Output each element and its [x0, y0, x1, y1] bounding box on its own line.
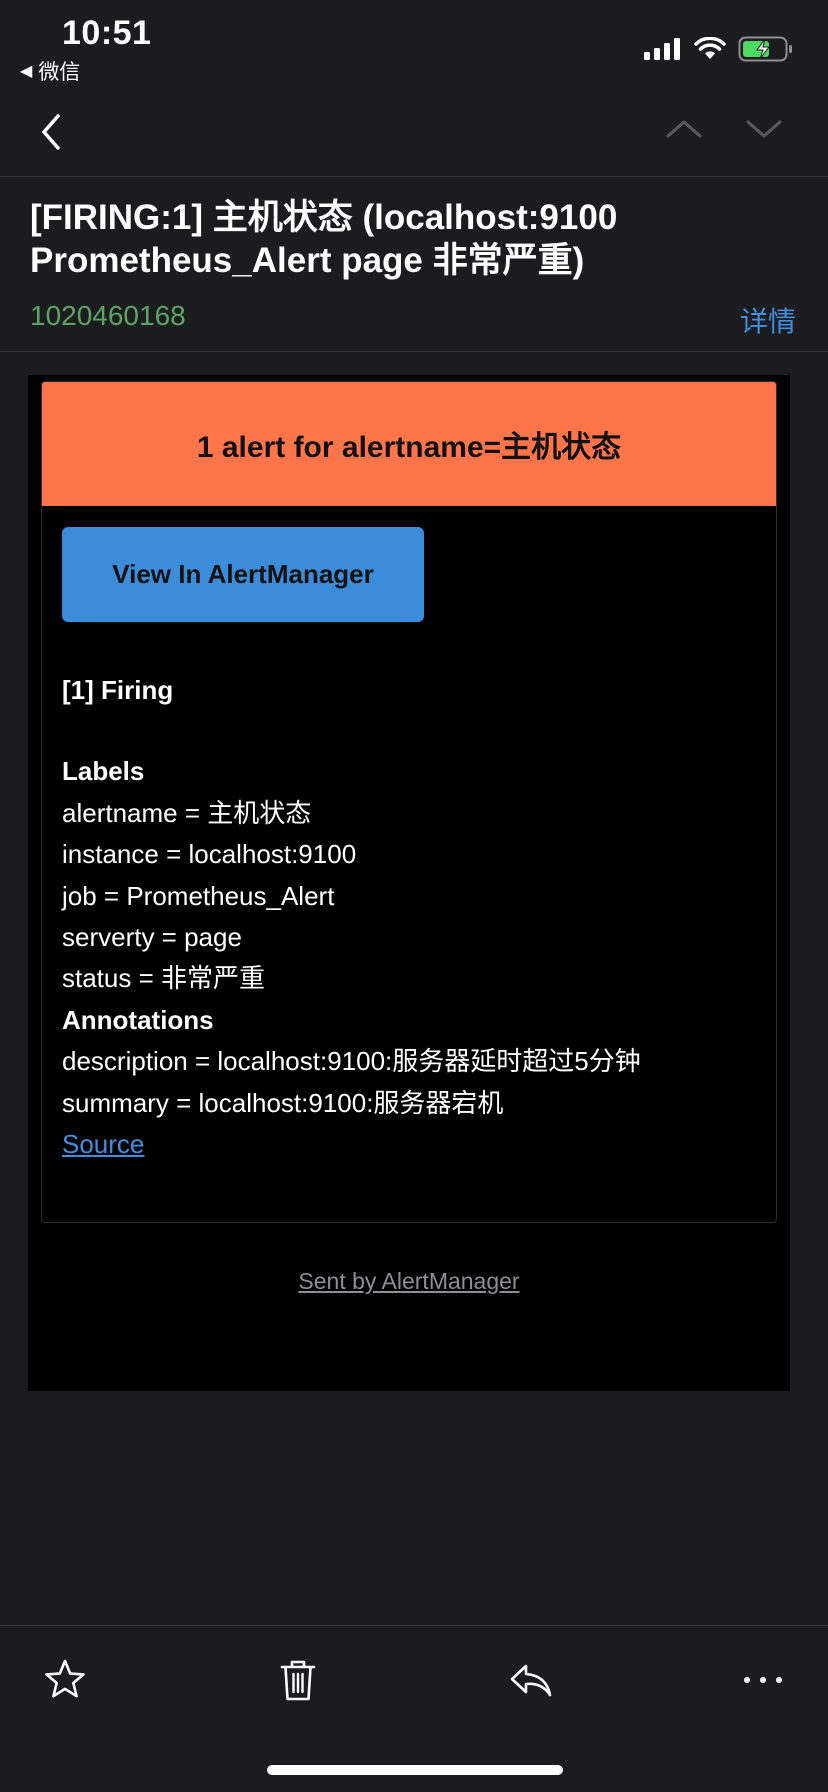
- email-body: 1 alert for alertname=主机状态 View In Alert…: [28, 375, 790, 1391]
- firing-count: [1] Firing: [62, 675, 174, 705]
- mail-screen: 10:51 ◀ 微信 [FIRING:1] 主机状态 (localhost:91…: [0, 0, 828, 1792]
- sent-by-link[interactable]: Sent by AlertManager: [28, 1268, 790, 1295]
- alert-card: 1 alert for alertname=主机状态 View In Alert…: [41, 381, 777, 1223]
- label-item: status = 非常严重: [62, 963, 265, 994]
- toolbar-divider: [0, 1625, 828, 1626]
- annotations-heading: Annotations: [62, 1004, 214, 1035]
- details-link[interactable]: 详情: [740, 300, 796, 340]
- subject-line-1: [FIRING:1] 主机状态 (localhost:9100: [30, 198, 618, 237]
- wifi-icon: [694, 37, 726, 59]
- home-indicator[interactable]: [267, 1765, 563, 1775]
- back-triangle-icon: ◀: [20, 63, 33, 80]
- signal-icon: [644, 38, 680, 60]
- status-time: 10:51: [62, 14, 152, 52]
- chevron-down-icon[interactable]: [744, 114, 784, 144]
- star-icon[interactable]: [41, 1656, 89, 1704]
- subject-line-2: Prometheus_Alert page 非常严重): [30, 241, 585, 280]
- header-divider: [0, 351, 828, 352]
- battery-charging-icon: [738, 36, 792, 62]
- back-to-app[interactable]: ◀ 微信: [20, 56, 80, 86]
- source-link[interactable]: Source: [62, 1129, 144, 1159]
- label-item: instance = localhost:9100: [62, 839, 357, 870]
- reply-icon[interactable]: [507, 1656, 555, 1704]
- label-item: serverty = page: [62, 922, 242, 953]
- label-item: alertname = 主机状态: [62, 797, 312, 828]
- trash-icon[interactable]: [274, 1656, 322, 1704]
- label-item: job = Prometheus_Alert: [62, 880, 335, 911]
- back-app-label: 微信: [38, 61, 81, 84]
- annotation-item: description = localhost:9100:服务器延时超过5分钟: [62, 1046, 641, 1077]
- alert-details: [1] Firing Labels alertname = 主机状态 insta…: [62, 670, 762, 1165]
- annotation-item: summary = localhost:9100:服务器宕机: [62, 1087, 504, 1118]
- status-icons: [644, 36, 794, 62]
- more-icon[interactable]: [739, 1656, 787, 1704]
- chevron-left-icon[interactable]: [32, 108, 72, 156]
- sender-address[interactable]: 1020460168: [30, 300, 186, 332]
- chevron-up-icon[interactable]: [664, 114, 704, 144]
- view-in-alertmanager-button[interactable]: View In AlertManager: [62, 527, 424, 622]
- alert-header: 1 alert for alertname=主机状态: [42, 382, 776, 506]
- labels-heading: Labels: [62, 756, 145, 787]
- nav-divider: [0, 176, 828, 177]
- email-subject: [FIRING:1] 主机状态 (localhost:9100 Promethe…: [30, 196, 790, 282]
